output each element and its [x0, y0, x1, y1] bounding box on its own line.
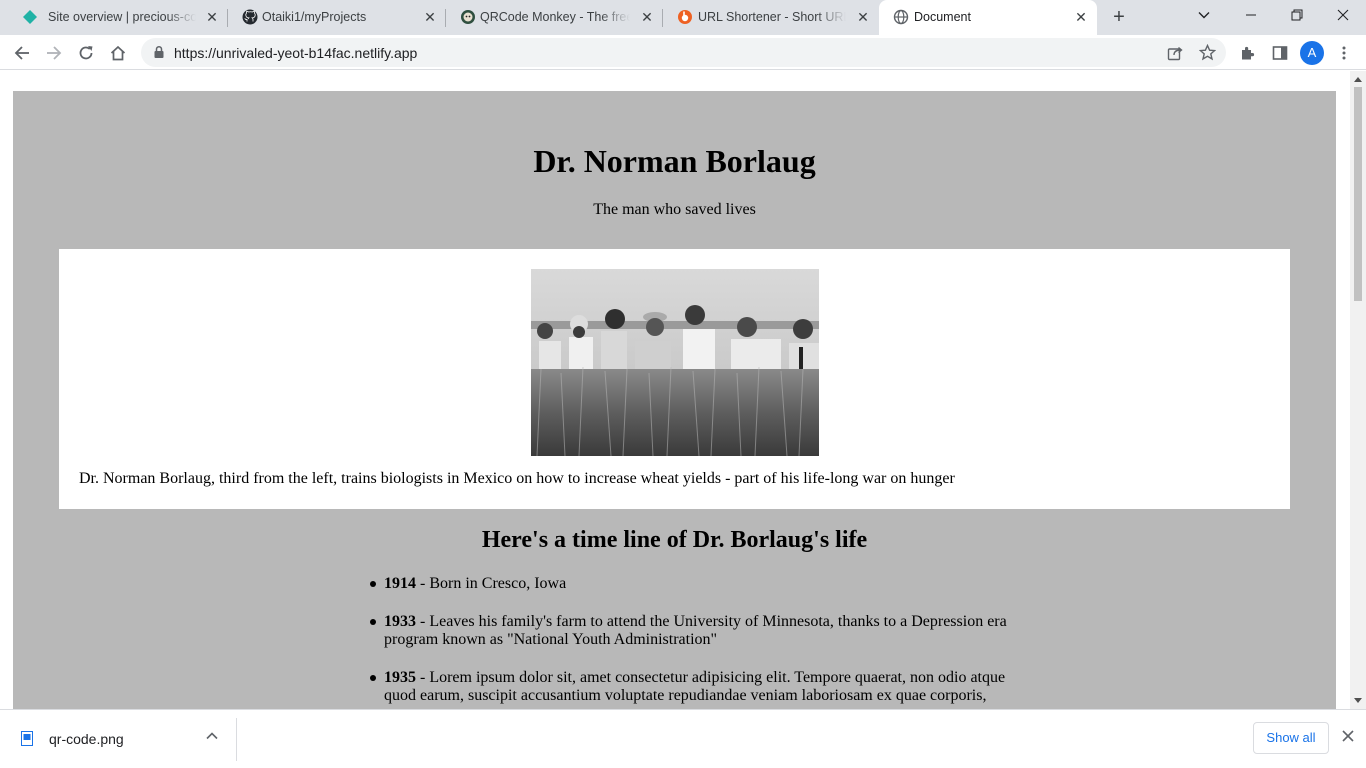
- timeline-year: 1914: [384, 575, 416, 592]
- chevron-down-icon: [1198, 12, 1210, 19]
- minimize-icon: [1246, 14, 1256, 16]
- close-icon[interactable]: ✕: [1073, 9, 1089, 25]
- tab-url-shortener[interactable]: URL Shortener - Short URLs & ✕: [663, 0, 879, 35]
- extensions-button[interactable]: [1236, 41, 1260, 65]
- timeline-year: 1935: [384, 669, 416, 686]
- tab-title: QRCode Monkey - The free Q: [480, 10, 630, 24]
- download-shelf: qr-code.png Show all: [0, 709, 1366, 768]
- tab-document[interactable]: Document ✕: [879, 0, 1097, 35]
- close-icon: [1342, 730, 1354, 742]
- close-icon: [1337, 9, 1349, 21]
- close-shelf-button[interactable]: [1339, 729, 1357, 747]
- qrcode-monkey-icon: [461, 10, 475, 24]
- lock-icon[interactable]: [152, 45, 166, 59]
- globe-icon: [893, 9, 909, 25]
- browser-menu-button[interactable]: [1332, 41, 1356, 65]
- timeline-text: - Lorem ipsum dolor sit, amet consectetu…: [384, 669, 1006, 704]
- page-viewport: Dr. Norman Borlaug The man who saved liv…: [0, 71, 1350, 709]
- tab-title: Site overview | precious-cobb: [48, 10, 196, 24]
- page-title: Dr. Norman Borlaug: [533, 143, 816, 179]
- download-file-name[interactable]: qr-code.png: [49, 731, 124, 747]
- kebab-menu-icon: [1342, 46, 1346, 60]
- share-icon[interactable]: [1167, 45, 1183, 61]
- tab-title: URL Shortener - Short URLs &: [698, 10, 846, 24]
- image-file-icon: [21, 731, 33, 746]
- back-button[interactable]: [10, 41, 34, 65]
- tab-github[interactable]: Otaiki1/myProjects ✕: [228, 0, 446, 35]
- timeline-text: - Leaves his family's farm to attend the…: [384, 613, 1007, 648]
- timeline-item: 1914 - Born in Cresco, Iowa: [370, 575, 1014, 593]
- new-tab-button[interactable]: +: [1107, 6, 1131, 30]
- timeline-year: 1933: [384, 613, 416, 630]
- borlaug-photo: [531, 269, 819, 456]
- scroll-down-icon[interactable]: [1354, 698, 1362, 703]
- restore-button[interactable]: [1274, 0, 1320, 30]
- close-icon[interactable]: ✕: [204, 9, 220, 25]
- minimize-button[interactable]: [1228, 0, 1274, 30]
- close-icon[interactable]: ✕: [639, 9, 655, 25]
- tab-strip: Site overview | precious-cobb ✕ Otaiki1/…: [0, 0, 1366, 35]
- page-tagline: The man who saved lives: [593, 201, 756, 218]
- scroll-up-icon[interactable]: [1354, 77, 1362, 82]
- show-all-button[interactable]: Show all: [1253, 722, 1329, 754]
- forward-button[interactable]: [42, 41, 66, 65]
- tab-qrcode-monkey[interactable]: QRCode Monkey - The free Q ✕: [446, 0, 663, 35]
- tab-search-button[interactable]: [1181, 0, 1227, 30]
- reload-button[interactable]: [74, 41, 98, 65]
- arrow-right-icon: [47, 46, 62, 60]
- close-icon[interactable]: ✕: [422, 9, 438, 25]
- address-bar[interactable]: https://unrivaled-yeot-b14fac.netlify.ap…: [141, 38, 1226, 67]
- timeline-list: 1914 - Born in Cresco, Iowa 1933 - Leave…: [370, 575, 1014, 709]
- close-icon[interactable]: ✕: [855, 9, 871, 25]
- timeline-item: 1933 - Leaves his family's farm to atten…: [370, 613, 1014, 649]
- close-window-button[interactable]: [1320, 0, 1366, 30]
- vertical-scrollbar[interactable]: [1350, 71, 1366, 709]
- puzzle-icon: [1242, 46, 1255, 60]
- profile-avatar[interactable]: A: [1300, 41, 1324, 65]
- tab-title: Otaiki1/myProjects: [262, 10, 367, 24]
- netlify-diamond-icon: [23, 10, 37, 24]
- timeline-item: 1935 - Lorem ipsum dolor sit, amet conse…: [370, 669, 1014, 705]
- chevron-up-icon[interactable]: [205, 729, 219, 743]
- borlaug-field-photo-image: [531, 269, 819, 456]
- scrollbar-thumb[interactable]: [1354, 87, 1362, 301]
- page-main: Dr. Norman Borlaug The man who saved liv…: [13, 91, 1336, 709]
- tab-title: Document: [914, 10, 971, 24]
- home-button[interactable]: [106, 41, 130, 65]
- github-icon: [242, 9, 258, 25]
- bookmark-star-icon[interactable]: [1199, 44, 1216, 61]
- restore-icon: [1291, 9, 1303, 21]
- timeline-heading: Here's a time line of Dr. Borlaug's life: [481, 527, 868, 553]
- url-text[interactable]: https://unrivaled-yeot-b14fac.netlify.ap…: [174, 45, 417, 61]
- bitly-icon: [678, 10, 692, 24]
- arrow-left-icon: [14, 46, 29, 60]
- side-panel-icon: [1272, 46, 1288, 60]
- tab-site-overview[interactable]: Site overview | precious-cobb ✕: [8, 0, 228, 35]
- side-panel-button[interactable]: [1268, 41, 1292, 65]
- home-icon: [110, 45, 126, 61]
- image-caption: Dr. Norman Borlaug, third from the left,…: [79, 470, 955, 487]
- timeline-text: - Born in Cresco, Iowa: [416, 575, 567, 592]
- browser-toolbar: https://unrivaled-yeot-b14fac.netlify.ap…: [0, 35, 1366, 70]
- reload-icon: [79, 46, 93, 60]
- image-container: Dr. Norman Borlaug, third from the left,…: [59, 249, 1290, 509]
